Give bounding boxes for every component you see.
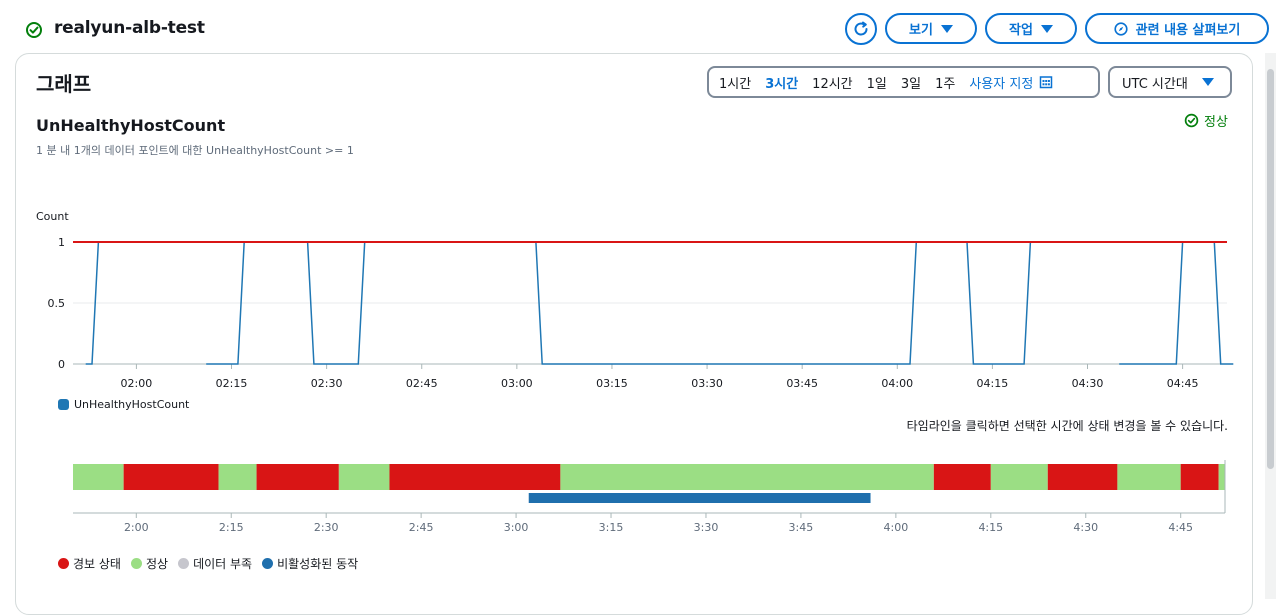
timeline-tick-label: 3:00 — [504, 521, 529, 534]
timeline-state-alarm — [1047, 464, 1118, 490]
legend-item-label: 경보 상태 — [73, 557, 121, 571]
timeline-tick-label: 4:00 — [884, 521, 909, 534]
caret-down-icon — [1040, 24, 1053, 33]
timeline-state-ok — [1218, 464, 1225, 490]
view-button-label: 보기 — [909, 23, 933, 38]
timeline-legend: 경보 상태 정상 데이터 부족 비활성화된 동작 — [58, 555, 368, 572]
legend-dot — [130, 558, 142, 569]
timeline-state-alarm — [123, 464, 219, 490]
timeline-state-ok — [1117, 464, 1181, 490]
timeline-tick-label: 3:30 — [694, 521, 719, 534]
timeline-state-ok — [990, 464, 1048, 490]
timeline-legend-item: 비활성화된 동작 — [262, 555, 358, 572]
timeline-state-alarm — [933, 464, 991, 490]
timeline-legend-item: 데이터 부족 — [178, 555, 252, 572]
legend-item-label: 비활성화된 동작 — [277, 557, 359, 571]
compass-icon — [1114, 21, 1128, 36]
legend-dot — [58, 558, 69, 569]
legend-item-label: 정상 — [145, 557, 169, 571]
timeline-tick-label: 2:00 — [124, 521, 149, 534]
timeline-state-ok — [560, 464, 934, 490]
timeline-tick-label: 4:45 — [1168, 521, 1193, 534]
timeline-state-alarm — [389, 464, 561, 490]
timeline-state-ok — [338, 464, 390, 490]
legend-dot — [178, 558, 190, 569]
timeline-tick-label: 2:45 — [409, 521, 434, 534]
caret-down-icon — [940, 24, 953, 33]
disabled-actions-bar — [528, 493, 871, 503]
legend-item-label: 데이터 부족 — [193, 557, 253, 571]
legend-dot — [262, 558, 274, 569]
explore-button-label: 관련 내용 살펴보기 — [1135, 23, 1241, 38]
timeline-state-ok — [218, 464, 257, 490]
timeline-tick-label: 2:15 — [219, 521, 244, 534]
state-timeline[interactable]: 2:00 2:15 2:30 2:45 3:00 3:15 3:30 3:45 4:00 4:15… — [16, 54, 1252, 544]
timeline-tick-label: 4:30 — [1073, 521, 1098, 534]
timeline-tick-label: 4:15 — [978, 521, 1003, 534]
explore-related-button[interactable]: 관련 내용 살펴보기 — [1085, 13, 1269, 44]
actions-dropdown-button[interactable]: 작업 — [985, 13, 1077, 44]
vertical-scrollbar[interactable] — [1265, 53, 1276, 599]
refresh-button[interactable] — [845, 13, 877, 45]
timeline-state-alarm — [256, 464, 339, 490]
scrollbar-thumb[interactable] — [1267, 69, 1274, 469]
timeline-state-ok — [73, 464, 124, 490]
timeline-legend-item: 경보 상태 — [58, 555, 121, 572]
alarm-header: realyun-alb-test 보기 작업 관련 내용 살펴보기 — [0, 0, 1276, 58]
timeline-state-alarm — [1180, 464, 1219, 490]
view-dropdown-button[interactable]: 보기 — [885, 13, 977, 44]
refresh-icon — [854, 21, 868, 36]
timeline-tick-label: 2:30 — [314, 521, 339, 534]
check-circle-icon — [26, 22, 42, 38]
timeline-legend-item: 정상 — [130, 555, 169, 572]
graph-panel: 그래프 1시간 3시간 12시간 1일 3일 1주 사용자 지정 UTC 시간대… — [15, 53, 1253, 615]
alarm-name: realyun-alb-test — [54, 18, 205, 38]
timeline-tick-label: 3:45 — [789, 521, 814, 534]
timeline-tick-label: 3:15 — [599, 521, 624, 534]
actions-button-label: 작업 — [1009, 23, 1033, 38]
